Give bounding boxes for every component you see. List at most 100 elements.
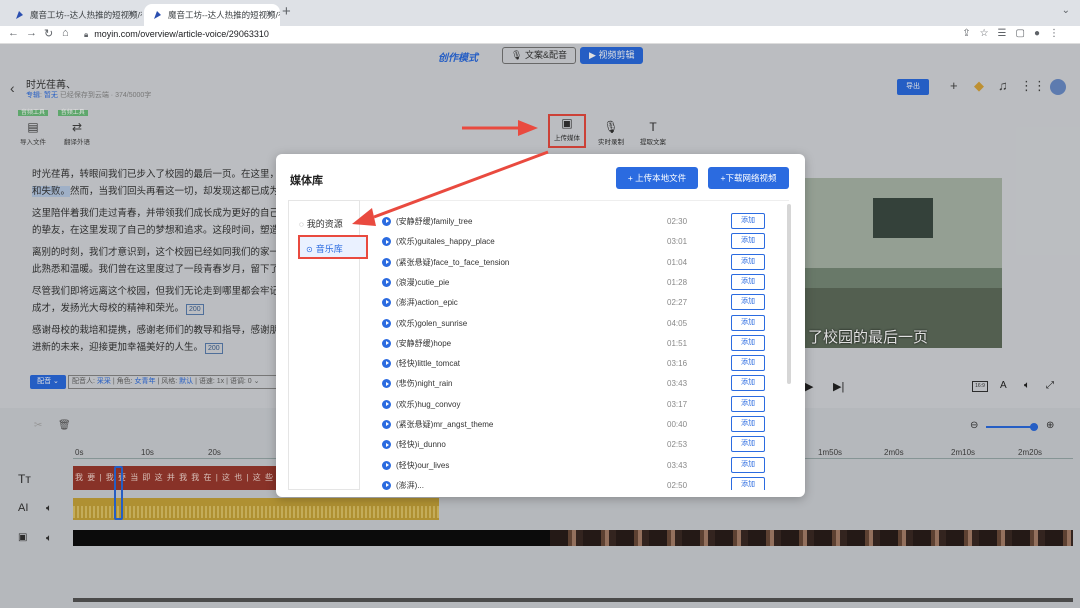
track-duration: 03:16 xyxy=(667,359,688,369)
track-duration: 02:30 xyxy=(667,217,688,226)
browser-tab[interactable]: 魔音工坊--达人热推的短视频/有 ✕ xyxy=(6,4,142,26)
sidebar-item-label: 音乐库 xyxy=(315,244,343,254)
media-library-modal: 媒体库 + 上传本地文件 +下载网络视频 ◌ 我的资源 ⊙ 音乐库 (安静舒缓)fa… xyxy=(276,154,805,497)
add-track-button[interactable]: 添加 xyxy=(731,456,765,473)
url-text: moyin.com/overview/article-voice/2906331… xyxy=(94,29,269,39)
sidebar-item-my-resources[interactable]: ◌ 我的资源 xyxy=(299,217,343,230)
close-icon[interactable]: ✕ xyxy=(266,4,274,26)
add-track-button[interactable]: 添加 xyxy=(731,253,765,270)
play-circle-icon[interactable] xyxy=(382,399,391,409)
track-name: (安静舒缓)hope xyxy=(396,338,452,348)
track-duration: 03:43 xyxy=(667,379,688,389)
moyin-logo-icon xyxy=(154,11,161,19)
media-library-sidebar: ◌ 我的资源 ⊙ 音乐库 xyxy=(288,200,368,490)
track-row[interactable]: (澎湃)... 02:50 添加 xyxy=(360,476,780,490)
play-circle-icon[interactable] xyxy=(382,359,391,369)
play-circle-icon[interactable] xyxy=(382,460,391,470)
track-name: (澎湃)... xyxy=(396,480,424,490)
track-row[interactable]: (紧张悬疑)face_to_face_tension 01:04 添加 xyxy=(360,253,780,274)
play-circle-icon[interactable] xyxy=(382,379,391,389)
chevron-down-icon[interactable]: ⌄ xyxy=(1062,5,1070,16)
upload-local-file-button[interactable]: + 上传本地文件 xyxy=(616,167,698,189)
add-track-button[interactable]: 添加 xyxy=(731,314,765,331)
sidebar-item-label: 我的资源 xyxy=(306,219,343,229)
play-circle-icon[interactable] xyxy=(382,298,391,308)
track-name: (欢乐)hug_convoy xyxy=(396,399,461,409)
track-name: (紧张悬疑)face_to_face_tension xyxy=(396,257,510,267)
add-track-button[interactable]: 添加 xyxy=(731,294,765,311)
play-circle-icon[interactable] xyxy=(382,277,391,287)
reload-icon[interactable]: ↻ xyxy=(44,27,53,40)
track-duration: 01:28 xyxy=(667,277,688,287)
forward-icon[interactable]: → xyxy=(26,27,37,39)
play-circle-icon[interactable] xyxy=(382,420,391,429)
new-tab-icon[interactable]: + xyxy=(282,3,291,20)
track-row[interactable]: (轻快)i_dunno 02:53 添加 xyxy=(360,436,780,456)
track-name: (澎湃)action_epic xyxy=(396,298,458,308)
add-track-button[interactable]: 添加 xyxy=(731,233,765,250)
track-duration: 03:43 xyxy=(667,460,688,470)
add-track-button[interactable]: 添加 xyxy=(731,273,765,290)
track-duration: 04:05 xyxy=(667,318,688,328)
tab-title: 魔音工坊--达人热推的短视频/有 xyxy=(168,10,280,20)
music-icon: ⊙ xyxy=(306,245,313,254)
modal-title: 媒体库 xyxy=(290,175,323,187)
close-icon[interactable]: ✕ xyxy=(128,4,136,26)
play-circle-icon[interactable] xyxy=(382,440,391,450)
track-duration: 01:51 xyxy=(667,338,688,348)
track-duration: 03:17 xyxy=(667,399,688,409)
track-duration: 02:53 xyxy=(667,440,688,450)
download-online-video-button[interactable]: +下载网络视频 xyxy=(708,167,789,189)
lock-icon: 🔒︎ xyxy=(84,30,89,39)
address-bar: ← → ↻ ⌂ 🔒︎ moyin.com/overview/article-voi… xyxy=(0,26,1080,44)
track-duration: 00:40 xyxy=(667,420,688,429)
list-scrollbar[interactable] xyxy=(787,204,791,384)
play-circle-icon[interactable] xyxy=(382,318,391,328)
tab-title: 魔音工坊--达人热推的短视频/有 xyxy=(30,10,142,20)
track-name: (轻快)i_dunno xyxy=(396,440,446,450)
track-name: (紧张悬疑)mr_angst_theme xyxy=(396,420,494,429)
track-row[interactable]: (欢乐)guitales_happy_place 03:01 添加 xyxy=(360,233,780,253)
track-row[interactable]: (浪漫)cutie_pie 01:28 添加 xyxy=(360,273,780,294)
add-track-button[interactable]: 添加 xyxy=(731,436,765,453)
track-row[interactable]: (欢乐)golen_sunrise 04:05 添加 xyxy=(360,314,780,335)
browser-action-icons[interactable]: ⇪☆☰▢●⋮ xyxy=(962,28,1068,39)
music-track-list[interactable]: (安静舒缓)family_tree 02:30 添加 (欢乐)guitales_hap… xyxy=(360,200,789,490)
track-name: (欢乐)guitales_happy_place xyxy=(396,237,495,247)
track-row[interactable]: (澎湃)action_epic 02:27 添加 xyxy=(360,294,780,314)
cloud-icon: ◌ xyxy=(299,220,304,229)
add-track-button[interactable]: 添加 xyxy=(731,375,765,392)
track-name: (欢乐)golen_sunrise xyxy=(396,318,468,328)
back-icon[interactable]: ← xyxy=(8,27,19,39)
add-track-button[interactable]: 添加 xyxy=(731,476,765,490)
track-row[interactable]: (安静舒缓)family_tree 02:30 添加 xyxy=(360,213,780,233)
browser-tab-active[interactable]: 魔音工坊--达人热推的短视频/有 ✕ xyxy=(144,4,280,26)
add-track-button[interactable]: 添加 xyxy=(731,416,765,432)
track-row[interactable]: (紧张悬疑)mr_angst_theme 00:40 添加 xyxy=(360,416,780,436)
track-duration: 02:50 xyxy=(667,480,688,490)
track-row[interactable]: (轻快)our_lives 03:43 添加 xyxy=(360,456,780,477)
play-circle-icon[interactable] xyxy=(382,480,391,490)
track-name: (浪漫)cutie_pie xyxy=(396,277,450,287)
add-track-button[interactable]: 添加 xyxy=(731,355,765,372)
track-name: (轻快)our_lives xyxy=(396,460,450,470)
url-field[interactable]: 🔒︎ moyin.com/overview/article-voice/29063… xyxy=(84,27,269,42)
play-circle-icon[interactable] xyxy=(382,257,391,267)
play-circle-icon[interactable] xyxy=(382,237,391,247)
track-row[interactable]: (安静舒缓)hope 01:51 添加 xyxy=(360,334,780,355)
track-duration: 02:27 xyxy=(667,298,688,308)
track-name: (悲伤)night_rain xyxy=(396,379,453,389)
track-row[interactable]: (欢乐)hug_convoy 03:17 添加 xyxy=(360,395,780,416)
add-track-button[interactable]: 添加 xyxy=(731,213,765,229)
add-track-button[interactable]: 添加 xyxy=(731,334,765,351)
sidebar-item-music-library[interactable]: ⊙ 音乐库 xyxy=(298,235,368,259)
home-icon[interactable]: ⌂ xyxy=(62,27,69,39)
track-row[interactable]: (悲伤)night_rain 03:43 添加 xyxy=(360,375,780,395)
play-circle-icon[interactable] xyxy=(382,217,391,226)
browser-tab-bar: 魔音工坊--达人热推的短视频/有 ✕ 魔音工坊--达人热推的短视频/有 ✕ + … xyxy=(0,0,1080,26)
track-duration: 03:01 xyxy=(667,237,688,247)
track-duration: 01:04 xyxy=(667,257,688,267)
track-row[interactable]: (轻快)little_tomcat 03:16 添加 xyxy=(360,355,780,375)
play-circle-icon[interactable] xyxy=(382,338,391,348)
add-track-button[interactable]: 添加 xyxy=(731,395,765,412)
